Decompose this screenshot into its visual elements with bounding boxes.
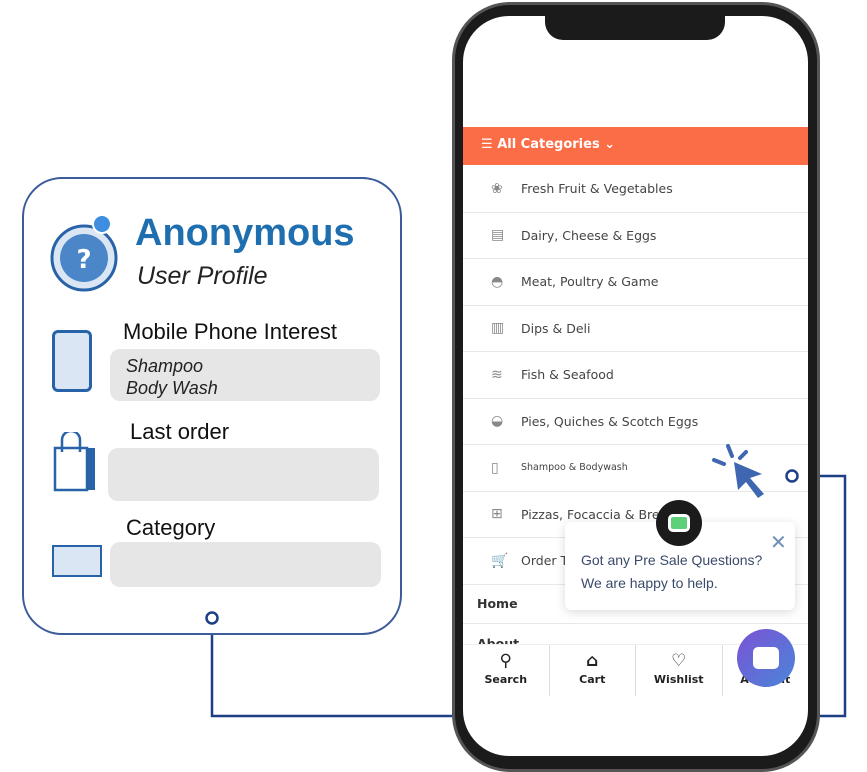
search-icon: ⚲ [499, 651, 512, 671]
fish-icon: ≋ [491, 366, 503, 383]
vegetables-icon: ❀ [491, 180, 503, 197]
nav-wishlist[interactable]: ♡ Wishlist [636, 645, 723, 696]
category-label: Fresh Fruit & Vegetables [521, 181, 673, 197]
nav-label: Search [484, 673, 528, 686]
category-label: Dips & Deli [521, 320, 591, 336]
all-categories-label: All Categories [497, 137, 600, 152]
interest-value: Shampoo [126, 356, 204, 376]
nav-label: Cart [579, 673, 606, 686]
category-label: Fish & Seafood [521, 367, 614, 383]
shopping-bag-icon [53, 432, 95, 492]
category-box [110, 542, 381, 587]
category-item[interactable]: ◒ Pies, Quiches & Scotch Eggs [463, 399, 808, 445]
chat-logo-icon [656, 500, 702, 546]
connector-dot [785, 469, 799, 483]
connector-dot [205, 611, 219, 625]
category-label: Shampoo & Bodywash [521, 462, 628, 474]
svg-text:?: ? [76, 245, 91, 275]
chat-launcher-button[interactable] [737, 629, 795, 687]
mobile-interest-box: Shampoo Body Wash [110, 349, 380, 401]
category-item[interactable]: ◓ Meat, Poultry & Game [463, 259, 808, 306]
category-item[interactable]: ❀ Fresh Fruit & Vegetables [463, 166, 808, 213]
nav-label: Wishlist [653, 673, 704, 686]
profile-subtitle: User Profile [137, 262, 268, 290]
chat-bubble-icon [753, 647, 779, 669]
pie-icon: ◒ [491, 413, 504, 430]
category-item[interactable]: ▤ Dairy, Cheese & Eggs [463, 213, 808, 259]
phone-notch [545, 8, 725, 40]
category-label: Pizzas, Focaccia & Bread [521, 506, 676, 522]
category-item[interactable]: ≋ Fish & Seafood [463, 352, 808, 399]
category-label: Order T [521, 553, 569, 569]
category-label: Category [126, 515, 216, 540]
user-avatar-icon: ? [50, 214, 118, 292]
meat-icon: ◓ [491, 273, 504, 290]
mobile-phone-icon [52, 330, 92, 392]
category-label: Pies, Quiches & Scotch Eggs [521, 413, 699, 429]
close-icon[interactable]: ✕ [770, 530, 787, 554]
category-label: Dairy, Cheese & Eggs [521, 227, 657, 243]
category-item[interactable]: ▥ Dips & Deli [463, 306, 808, 352]
category-label: Meat, Poultry & Game [521, 274, 659, 290]
profile-title: Anonymous [135, 212, 355, 254]
mobile-interest-label: Mobile Phone Interest [123, 319, 338, 344]
chat-message: Got any Pre Sale Questions? We are happy… [581, 552, 763, 591]
deli-icon: ▥ [491, 320, 505, 337]
interest-value: Body Wash [126, 378, 218, 398]
category-icon [52, 545, 102, 577]
nav-cart[interactable]: ⌂ Cart [550, 645, 636, 696]
last-order-label: Last order [130, 419, 230, 444]
heart-icon: ♡ [671, 651, 687, 671]
pizza-icon: ⊞ [491, 506, 503, 523]
nav-search[interactable]: ⚲ Search [463, 645, 550, 696]
cart-icon: 🛒 [491, 552, 509, 569]
last-order-box [108, 448, 379, 501]
bottles-icon: ▯ [491, 459, 499, 476]
cursor-click-icon [712, 444, 764, 498]
all-categories-button[interactable]: ☰ All Categories ⌄ [463, 127, 808, 165]
basket-icon: ⌂ [586, 651, 599, 671]
cheese-icon: ▤ [491, 227, 505, 244]
